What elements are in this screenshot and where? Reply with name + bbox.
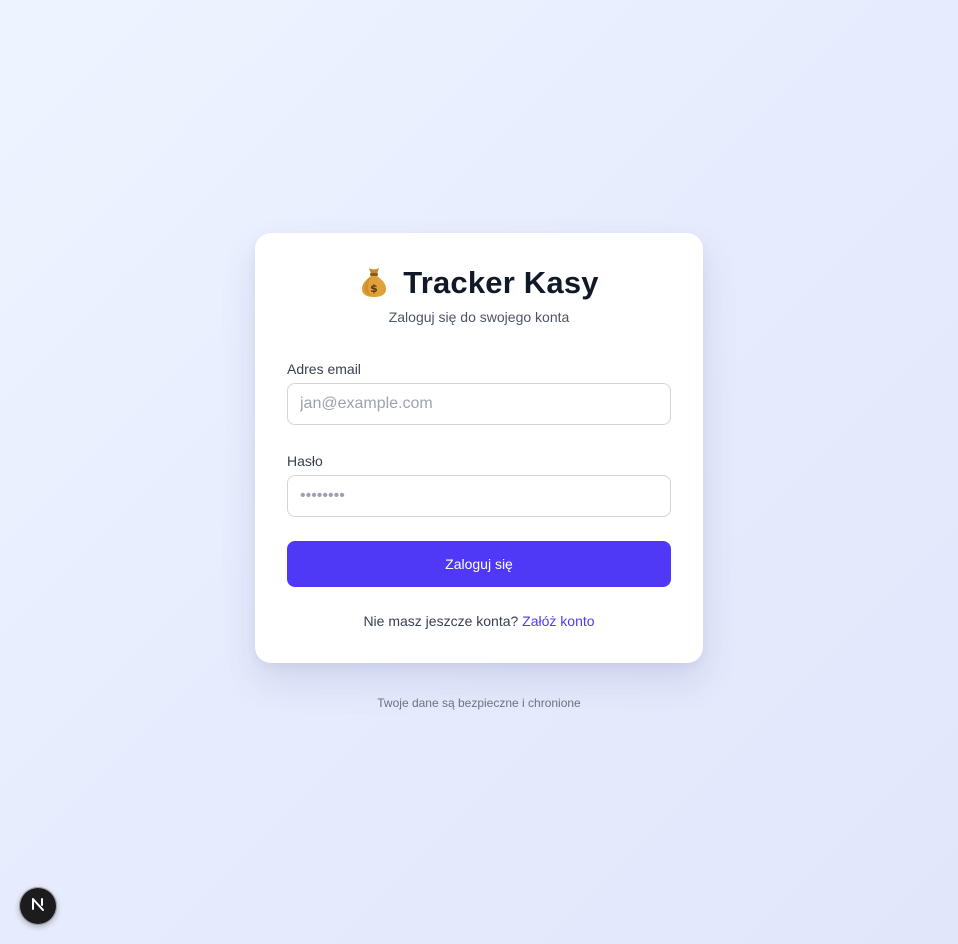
- svg-text:$: $: [370, 282, 378, 295]
- page-subtitle: Zaloguj się do swojego konta: [388, 309, 570, 325]
- password-field[interactable]: [287, 475, 671, 517]
- nextjs-dev-indicator[interactable]: [19, 887, 57, 925]
- password-label: Hasło: [287, 453, 323, 469]
- signup-row: Nie masz jeszcze konta? Załóż konto: [287, 613, 671, 629]
- card-header: $ Tracker Kasy: [287, 265, 671, 301]
- email-field[interactable]: [287, 383, 671, 425]
- page-title: Tracker Kasy: [403, 265, 599, 300]
- security-note: Twoje dane są bezpieczne i chronione: [377, 696, 581, 710]
- email-label: Adres email: [287, 361, 361, 377]
- login-card: $ Tracker Kasy Zaloguj się do swojego ko…: [255, 233, 703, 663]
- create-account-link[interactable]: Załóż konto: [522, 613, 594, 629]
- login-button[interactable]: Zaloguj się: [287, 541, 671, 587]
- money-bag-icon: $: [359, 266, 389, 298]
- nextjs-logo-icon: [29, 895, 47, 918]
- login-form: Adres email Hasło Zaloguj się: [287, 361, 671, 587]
- signup-prompt: Nie masz jeszcze konta?: [363, 613, 519, 629]
